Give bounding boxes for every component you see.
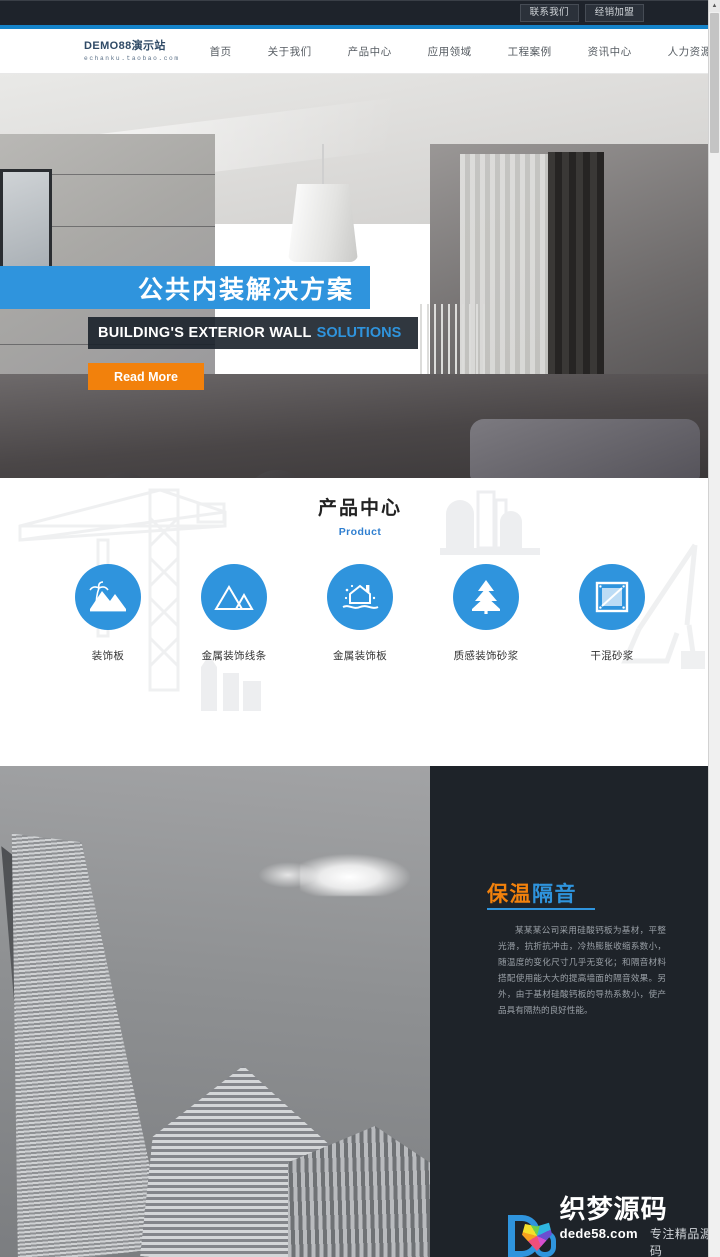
product-label: 质感装饰砂浆 <box>453 650 519 662</box>
product-label: 金属装饰板 <box>333 650 387 662</box>
main-nav: 首页 关于我们 产品中心 应用领域 工程案例 资讯中心 人力资源 <box>192 44 720 59</box>
dealer-join-button[interactable]: 经销加盟 <box>584 3 644 23</box>
palm-mountain-icon <box>89 581 126 612</box>
pine-tree-icon <box>472 580 500 614</box>
feature-underline <box>487 908 595 910</box>
house-snow-icon <box>342 584 379 609</box>
product-item-dry-mix-mortar[interactable]: 干混砂浆 <box>564 564 660 663</box>
feature-text-panel: 保温隔音 某某某公司采用硅酸钙板为基材，平整光滑，抗折抗冲击，冷热膨胀收缩系数小… <box>430 766 720 1257</box>
site-logo[interactable]: DEMO88演示站 echanku.taobao.com <box>84 40 180 62</box>
hero-headline-bar: 公共内装解决方案 <box>0 266 370 309</box>
hero-headline-cn: 公共内装解决方案 <box>137 275 354 304</box>
mountains-icon <box>214 585 254 610</box>
contact-us-button[interactable]: 联系我们 <box>519 3 579 23</box>
nav-item-applications[interactable]: 应用领域 <box>410 44 490 59</box>
product-icon-circle <box>75 564 141 630</box>
site-watermark: 织梦源码 dede58.com 专注精品源码 <box>508 1196 720 1257</box>
logo-title: DEMO88演示站 <box>84 40 166 53</box>
product-icon-circle <box>327 564 393 630</box>
page-root: 联系我们 经销加盟 DEMO88演示站 echanku.taobao.com 首… <box>0 0 720 1257</box>
logo-subtitle: echanku.taobao.com <box>84 54 180 62</box>
feature-body-text: 某某某公司采用硅酸钙板为基材，平整光滑，抗折抗冲击，冷热膨胀收缩系数小，随温度的… <box>498 925 666 1015</box>
read-more-button[interactable]: Read More <box>88 363 204 390</box>
product-item-texture-mortar[interactable]: 质感装饰砂浆 <box>438 564 534 663</box>
product-icon-circle <box>579 564 645 630</box>
feature-heading: 保温隔音 <box>487 878 577 908</box>
product-item-metal-board[interactable]: 金属装饰板 <box>312 564 408 663</box>
products-grid: 装饰板 金属装饰线条 金属装饰板 质感装饰砂浆 干混砂浆 <box>0 564 720 663</box>
product-label: 金属装饰线条 <box>201 650 267 662</box>
skyscraper-photo <box>0 766 430 1257</box>
nav-item-cases[interactable]: 工程案例 <box>490 44 570 59</box>
product-icon-circle <box>453 564 519 630</box>
hero-subheadline-bar: BUILDING'S EXTERIOR WALL SOLUTIONS <box>88 317 418 349</box>
product-label: 装饰板 <box>91 650 125 662</box>
scrollbar-thumb[interactable] <box>710 13 719 153</box>
nav-item-home[interactable]: 首页 <box>192 44 250 59</box>
nav-item-products[interactable]: 产品中心 <box>330 44 410 59</box>
products-section: 产品中心 Product 装饰板 金属装饰线条 金属装饰板 质感装饰砂浆 干混砂… <box>0 478 720 766</box>
product-label: 干混砂浆 <box>590 650 634 662</box>
hero-subhead-white: BUILDING'S EXTERIOR WALL <box>98 325 312 341</box>
page-scrollbar[interactable]: ▲ <box>708 0 720 1257</box>
products-subtitle: Product <box>338 526 382 538</box>
hero-banner: 公共内装解决方案 BUILDING'S EXTERIOR WALL SOLUTI… <box>0 74 720 478</box>
products-title: 产品中心 <box>317 498 402 519</box>
product-item-decorative-board[interactable]: 装饰板 <box>60 564 156 663</box>
nav-item-about[interactable]: 关于我们 <box>250 44 330 59</box>
watermark-title: 织梦源码 <box>559 1194 668 1224</box>
hero-subhead-blue: SOLUTIONS <box>316 325 402 341</box>
feature-section: 保温隔音 某某某公司采用硅酸钙板为基材，平整光滑，抗折抗冲击，冷热膨胀收缩系数小… <box>0 766 720 1257</box>
window-frame-icon <box>595 581 629 613</box>
nav-item-news[interactable]: 资讯中心 <box>570 44 650 59</box>
top-bar: 联系我们 经销加盟 <box>0 0 720 25</box>
scroll-up-arrow-icon[interactable]: ▲ <box>709 0 720 12</box>
product-icon-circle <box>201 564 267 630</box>
feature-title-blue: 隔音 <box>532 883 577 906</box>
watermark-url: dede58.com <box>559 1226 638 1241</box>
cloud-large <box>300 854 410 896</box>
feature-title-orange: 保温 <box>487 883 532 906</box>
products-heading: 产品中心 Product <box>0 478 720 538</box>
dede-logo-icon <box>508 1213 556 1257</box>
product-item-metal-trim[interactable]: 金属装饰线条 <box>186 564 282 663</box>
site-header: DEMO88演示站 echanku.taobao.com 首页 关于我们 产品中… <box>0 29 720 74</box>
